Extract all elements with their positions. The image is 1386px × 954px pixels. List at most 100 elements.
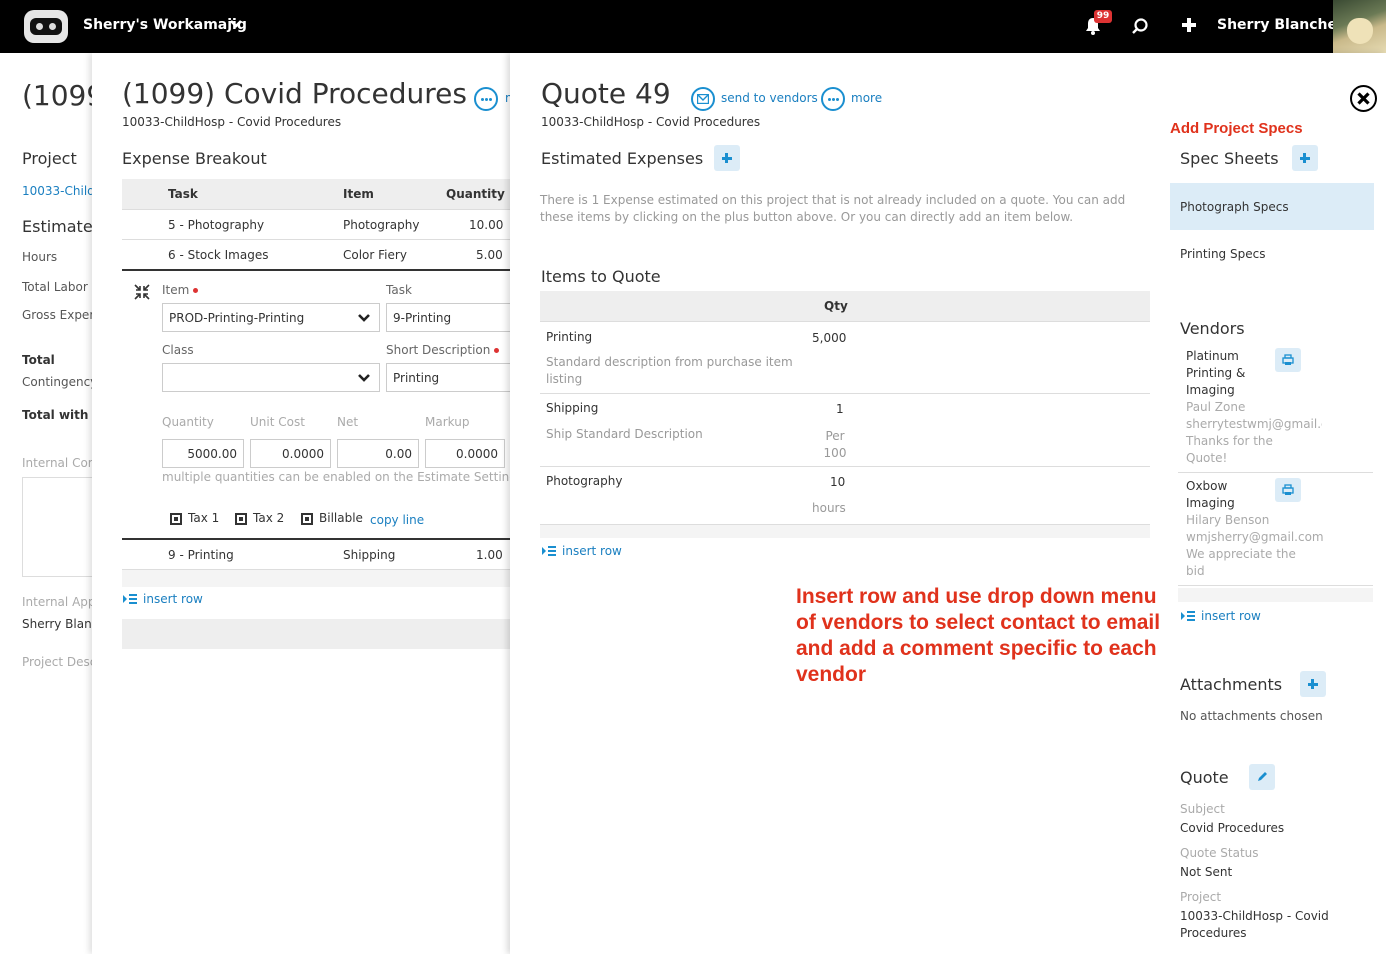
vendor-email: wmjsherry@gmail.com: [1186, 530, 1324, 544]
estimate-subtitle: 10033-ChildHosp - Covid Procedures: [122, 115, 342, 129]
chevron-down-icon[interactable]: [229, 17, 243, 31]
edit-pencil-icon[interactable]: [1249, 764, 1275, 790]
vendor-separator: [1178, 472, 1373, 473]
quote-panel: Quote 49 send to vendors more 10033-Chil…: [510, 53, 1386, 954]
insert-row-link[interactable]: insert row: [562, 544, 622, 558]
item-select[interactable]: PROD-Printing-Printing: [162, 303, 380, 332]
quantity-field[interactable]: 5000.00: [162, 439, 244, 468]
totals-bar: [122, 619, 512, 649]
copy-line-link[interactable]: copy line: [370, 513, 424, 527]
table-footer: [122, 569, 512, 587]
markup-field[interactable]: 0.0000: [425, 439, 505, 468]
subject-label: Subject: [1180, 802, 1225, 816]
print-icon[interactable]: [1275, 478, 1301, 502]
billable-checkbox[interactable]: [301, 513, 313, 525]
vendor-email: sherrytestwmj@gmail.cc: [1186, 417, 1322, 431]
quote-status-value: Not Sent: [1180, 865, 1233, 879]
table-row[interactable]: Photography 10 hours: [540, 466, 1150, 524]
workspace-title[interactable]: Sherry's Workamajig: [83, 17, 247, 33]
tax1-label: Tax 1: [188, 511, 220, 525]
insert-row-link[interactable]: insert row: [143, 592, 203, 606]
item-label: Item: [162, 283, 199, 297]
row-task: 6 - Stock Images: [168, 248, 269, 262]
markup-label: Markup: [425, 415, 470, 429]
row-task: 9 - Printing: [168, 548, 234, 562]
table-row[interactable]: 9 - Printing Shipping 1.00: [122, 538, 512, 568]
table-row[interactable]: Printing Standard description from purch…: [540, 321, 1150, 393]
add-attachment-button[interactable]: [1300, 671, 1326, 697]
app-logo-icon[interactable]: [24, 10, 68, 43]
add-expense-button[interactable]: [714, 145, 740, 171]
item-qty: 1: [836, 402, 844, 416]
attachments-heading: Attachments: [1180, 675, 1283, 694]
quantity-label: Quantity: [162, 415, 214, 429]
bg-title: (1099: [22, 79, 96, 112]
vendor-comment: bid: [1186, 564, 1205, 578]
insert-row-icon[interactable]: [123, 594, 137, 604]
table-row[interactable]: Shipping Ship Standard Description 1 Per…: [540, 393, 1150, 466]
quote-title: Quote 49: [541, 77, 671, 110]
insert-row-icon[interactable]: [542, 546, 556, 556]
unit-cost-label: Unit Cost: [250, 415, 305, 429]
bg-approver-name: Sherry Blanc: [22, 617, 96, 631]
row-task: 5 - Photography: [168, 218, 265, 232]
project-label: Project: [1180, 890, 1222, 904]
bg-project-link[interactable]: 10033-ChildH: [22, 184, 96, 198]
billable-label: Billable: [319, 511, 363, 525]
envelope-icon[interactable]: [691, 87, 715, 111]
quote-status-label: Quote Status: [1180, 846, 1259, 860]
spec-item[interactable]: Printing Specs: [1180, 247, 1265, 261]
send-to-vendors-link[interactable]: send to vendors: [721, 91, 818, 105]
item-name: Shipping: [546, 401, 599, 415]
expense-table-header: Task Item Quantity: [122, 179, 512, 209]
row-item: Photography: [343, 218, 420, 232]
bg-internal-comments-box[interactable]: [22, 477, 96, 577]
net-field[interactable]: 0.00: [337, 439, 419, 468]
item-name: Printing: [546, 330, 593, 344]
bg-estimate-heading: Estimate: [22, 217, 93, 236]
bg-internal-approver-label: Internal App: [22, 595, 96, 609]
short-description-field[interactable]: Printing: [386, 363, 512, 392]
insert-vendor-row-link[interactable]: insert row: [1201, 609, 1261, 623]
tax1-checkbox[interactable]: [170, 513, 182, 525]
vendor-comment: Quote!: [1186, 451, 1228, 465]
more-options-icon[interactable]: [821, 87, 845, 111]
bg-project-heading: Project: [22, 149, 77, 168]
vendors-heading: Vendors: [1180, 319, 1245, 338]
spec-item-selected[interactable]: Photograph Specs: [1170, 183, 1374, 230]
add-spec-sheet-button[interactable]: [1292, 145, 1318, 171]
chevron-down-icon: [358, 374, 370, 382]
class-select[interactable]: [162, 363, 380, 392]
user-name[interactable]: Sherry Blanche: [1217, 17, 1337, 33]
collapse-icon[interactable]: [134, 284, 150, 300]
more-link[interactable]: more: [851, 91, 882, 105]
top-bar: Sherry's Workamajig 99 Sherry Blanche: [0, 0, 1386, 53]
task-select[interactable]: 9-Printing: [386, 303, 512, 332]
notification-badge: 99: [1094, 10, 1112, 23]
tax2-checkbox[interactable]: [235, 513, 247, 525]
row-qty: 10.00: [469, 218, 504, 232]
background-estimate-panel: (1099 Project 10033-ChildH Estimate Hour…: [0, 53, 96, 954]
item-qty: 10: [830, 475, 846, 489]
table-row[interactable]: 6 - Stock Images Color Fiery 5.00: [122, 239, 512, 269]
no-attachments-text: No attachments chosen: [1180, 709, 1323, 723]
item-unit: hours: [812, 501, 846, 515]
unit-cost-field[interactable]: 0.0000: [250, 439, 331, 468]
more-options-icon[interactable]: [474, 87, 498, 111]
close-icon[interactable]: [1350, 85, 1377, 112]
quote-subtitle: 10033-ChildHosp - Covid Procedures: [541, 115, 761, 129]
item-qty: 5,000: [812, 331, 847, 345]
table-row[interactable]: 5 - Photography Photography 10.00: [122, 209, 512, 239]
bg-contingency-label: Contingency: [22, 375, 96, 389]
row-qty: 1.00: [476, 548, 503, 562]
avatar[interactable]: [1333, 0, 1386, 53]
chevron-down-icon: [358, 314, 370, 322]
bg-project-desc-label: Project Desc: [22, 655, 96, 669]
search-icon[interactable]: [1131, 17, 1149, 35]
insert-row-icon[interactable]: [1181, 611, 1195, 621]
row-qty: 5.00: [476, 248, 503, 262]
plus-icon[interactable]: [1181, 17, 1197, 33]
print-icon[interactable]: [1275, 348, 1301, 372]
bg-hours-label: Hours: [22, 250, 58, 264]
expense-breakout-heading: Expense Breakout: [122, 149, 267, 168]
